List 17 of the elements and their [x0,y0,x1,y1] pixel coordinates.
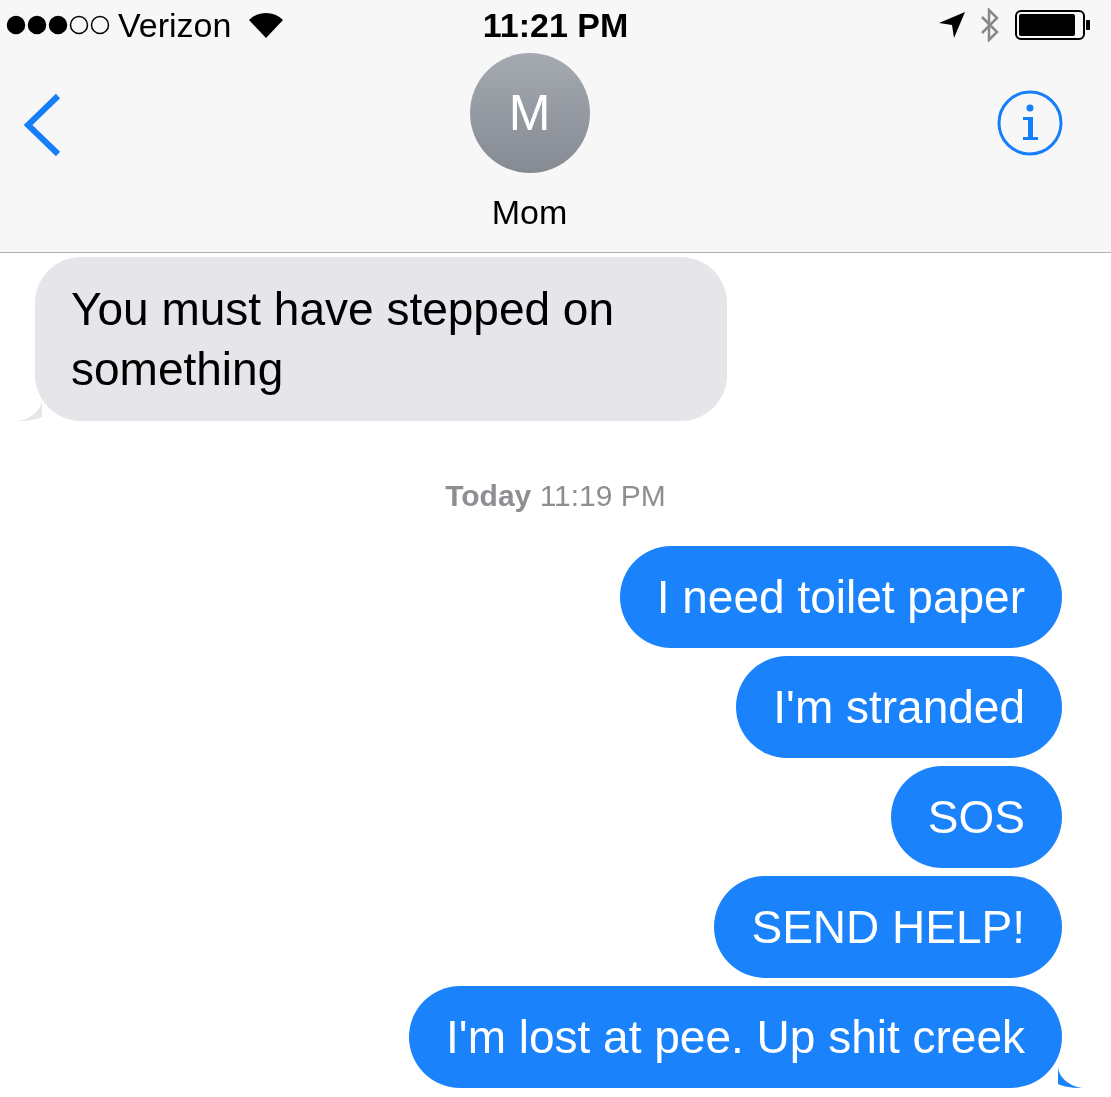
info-icon[interactable] [997,90,1063,156]
status-time: 11:21 PM [482,4,629,46]
received-message-bubble: You must have stepped on something [35,257,727,421]
signal-strength-icon [6,15,110,35]
sent-message-bubble: SEND HELP! [714,876,1062,978]
sent-message-bubble: I'm stranded [736,656,1062,758]
sent-message-bubble: I'm lost at pee. Up shit creek [409,986,1062,1088]
bluetooth-icon [979,8,1001,42]
sent-message-bubble: I need toilet paper [619,546,1062,648]
carrier-name: Verizon [118,4,232,46]
sent-message-bubble: SOS [890,766,1062,868]
timestamp: Today 11:19 PM [445,478,666,514]
contact-name[interactable]: Mom [491,187,568,238]
wifi-icon [249,12,284,38]
location-arrow-icon [939,12,965,38]
battery-icon [1015,10,1091,40]
back-chevron-icon[interactable] [22,93,62,157]
